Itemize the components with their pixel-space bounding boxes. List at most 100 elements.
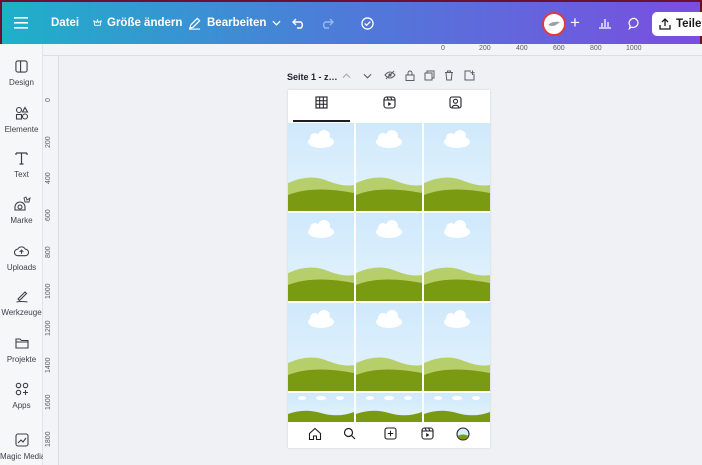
add-page-button[interactable]: [464, 70, 475, 81]
share-button[interactable]: Teilen: [652, 12, 702, 36]
edit-mode-button[interactable]: Bearbeiten: [188, 2, 281, 44]
photo-placeholder[interactable]: [288, 303, 354, 391]
sidebar-item-uploads[interactable]: Uploads: [0, 241, 43, 272]
ruler-label: 1600: [45, 394, 52, 410]
bottom-navigation: [288, 422, 490, 448]
photo-placeholder[interactable]: [356, 303, 422, 391]
design-page-canvas[interactable]: [288, 90, 490, 448]
sidebar-item-projekte[interactable]: Projekte: [0, 333, 43, 364]
ruler-label: 1800: [45, 431, 52, 447]
resize-button[interactable]: Größe ändern: [93, 2, 182, 44]
avatar[interactable]: [542, 12, 566, 36]
duplicate-icon: [424, 70, 435, 81]
photo-placeholder[interactable]: [424, 393, 490, 422]
ruler-label: 400: [516, 45, 528, 52]
file-menu-button[interactable]: Datei: [51, 2, 79, 44]
avatar-image-icon: [548, 21, 560, 26]
sidebar-item-marke[interactable]: Marke: [0, 194, 43, 225]
hamburger-icon: [14, 17, 28, 29]
tools-icon: [15, 291, 28, 303]
lock-page-button[interactable]: [405, 70, 415, 81]
ruler-label: 800: [45, 246, 52, 258]
ruler-label: 200: [479, 45, 491, 52]
comment-icon: [628, 17, 639, 30]
undo-button[interactable]: [292, 2, 306, 44]
sidebar-item-werkzeuge[interactable]: Werkzeuge: [0, 286, 43, 317]
sidebar-item-design[interactable]: Design: [0, 56, 43, 87]
eye-icon: [384, 70, 396, 80]
ruler-label: 200: [45, 136, 52, 148]
edit-label: Bearbeiten: [207, 17, 267, 29]
add-collaborator-button[interactable]: +: [570, 2, 580, 44]
photo-placeholder[interactable]: [424, 213, 490, 301]
ruler-top: 0 200 400 600 800 1000: [43, 44, 702, 56]
search-icon: [343, 427, 356, 445]
magic-media-icon: [14, 433, 29, 447]
profile-tabs: [288, 90, 490, 122]
ruler-label: 400: [45, 172, 52, 184]
photo-placeholder[interactable]: [356, 123, 422, 211]
sidebar-item-label: Werkzeuge: [1, 308, 42, 317]
sidebar-item-text[interactable]: Text: [0, 148, 43, 179]
sidebar-item-label: Text: [14, 170, 29, 179]
reels-nav-icon: [421, 427, 434, 445]
chevron-down-icon: [272, 20, 281, 26]
active-tab-indicator: [293, 120, 350, 122]
photo-placeholder[interactable]: [288, 213, 354, 301]
photo-placeholder[interactable]: [356, 393, 422, 422]
sidebar-item-label: Uploads: [6, 263, 37, 272]
ruler-label: 1400: [45, 357, 52, 373]
page-up-button[interactable]: [342, 73, 351, 79]
photo-placeholder[interactable]: [356, 213, 422, 301]
photo-placeholder[interactable]: [288, 123, 354, 211]
apps-icon: [15, 382, 28, 396]
text-icon: [15, 152, 28, 165]
sidebar-item-magic-media[interactable]: Magic Media: [0, 430, 45, 461]
reels-icon: [383, 96, 396, 109]
chevron-up-icon: [342, 73, 351, 79]
new-post-icon: [384, 427, 397, 445]
share-label: Teilen: [676, 18, 702, 30]
comment-button[interactable]: [628, 2, 641, 44]
tab-reels: [383, 96, 396, 114]
insights-button[interactable]: [598, 2, 612, 44]
delete-page-button[interactable]: [444, 70, 454, 81]
cloud-save-status[interactable]: [359, 2, 376, 44]
photo-placeholder[interactable]: [424, 123, 490, 211]
hide-page-button[interactable]: [384, 70, 396, 80]
photo-placeholder[interactable]: [424, 303, 490, 391]
cloud-check-icon: [361, 16, 374, 30]
tagged-person-icon: [449, 96, 462, 109]
top-toolbar: Datei Größe ändern Bearbeiten + Teilen: [0, 0, 702, 44]
pencil-icon: [188, 17, 201, 30]
chevron-down-icon: [363, 73, 372, 79]
grid-icon: [315, 96, 328, 109]
photo-placeholder[interactable]: [288, 393, 354, 422]
crown-icon: [93, 18, 102, 26]
ruler-label: 1000: [45, 283, 52, 299]
profile-avatar-icon: [456, 427, 470, 446]
ruler-label: 1000: [626, 45, 642, 52]
ruler-label: 0: [441, 45, 445, 52]
trash-icon: [445, 70, 453, 81]
redo-icon: [323, 18, 334, 29]
sidebar-item-apps[interactable]: Apps: [0, 379, 43, 410]
menu-button[interactable]: [14, 2, 28, 44]
design-icon: [15, 59, 28, 73]
redo-button[interactable]: [320, 2, 334, 44]
sidebar-item-elemente[interactable]: Elemente: [0, 103, 43, 134]
lock-icon: [405, 70, 415, 81]
ruler-label: 1200: [45, 320, 52, 336]
page-down-button[interactable]: [363, 73, 372, 79]
page-title[interactable]: Seite 1 - z…: [287, 72, 338, 82]
folder-icon: [14, 338, 29, 349]
tab-tagged: [449, 96, 462, 114]
duplicate-page-button[interactable]: [424, 70, 435, 81]
ruler-label: 600: [45, 209, 52, 221]
ruler-left: 0 200 400 600 800 1000 1200 1400 1600 18…: [43, 56, 59, 465]
sidebar-item-label: Projekte: [6, 355, 37, 364]
sidebar-item-label: Design: [9, 78, 34, 87]
left-sidebar: Design Elemente Text Marke Uploads Werkz…: [0, 44, 45, 465]
brand-icon: [13, 196, 31, 211]
ruler-label: 800: [590, 45, 602, 52]
